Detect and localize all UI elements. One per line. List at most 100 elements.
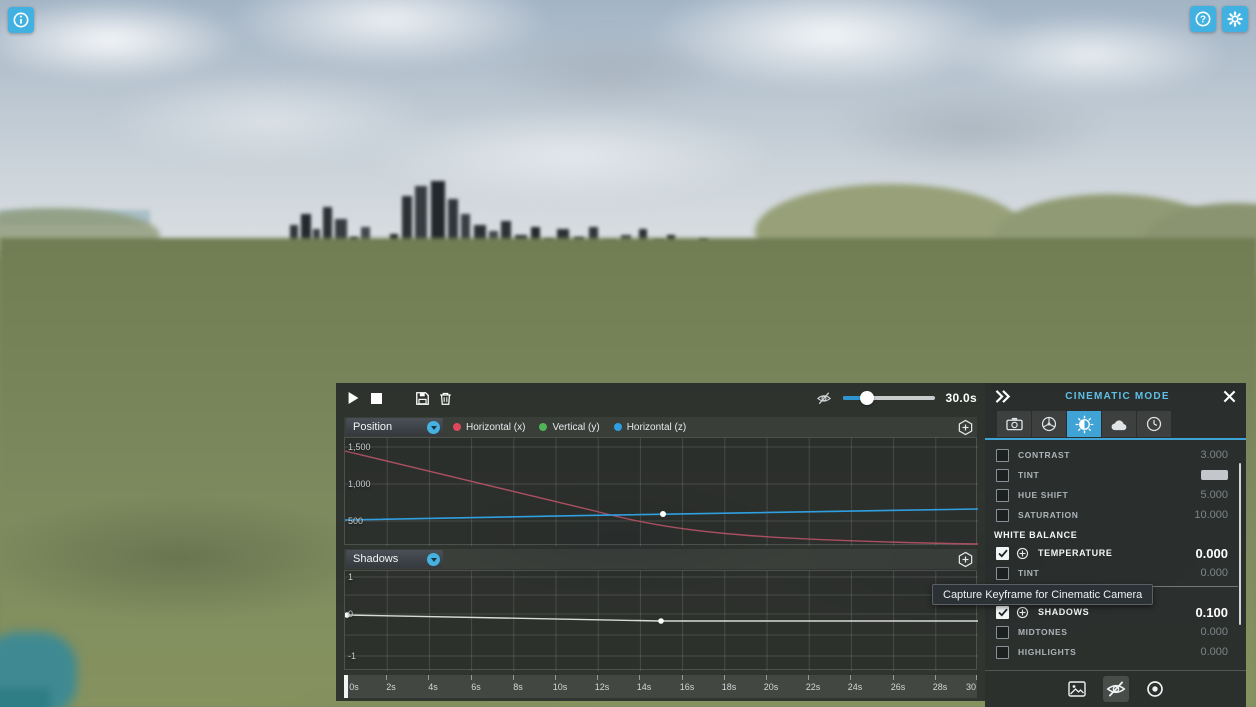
- setting-row-midtones: MIDTONES 0.000: [985, 622, 1246, 642]
- add-keyframe-button[interactable]: [956, 550, 974, 568]
- settings-button[interactable]: [1222, 6, 1248, 32]
- setting-value: 0.000: [1200, 626, 1228, 638]
- y-axis-tick: 0: [348, 609, 353, 619]
- position-track-dropdown[interactable]: Position: [346, 418, 443, 436]
- duration-slider[interactable]: [843, 396, 935, 400]
- record-icon: [1145, 679, 1165, 699]
- save-button[interactable]: [413, 389, 431, 407]
- tab-weather[interactable]: [1102, 411, 1136, 437]
- info-icon: [12, 11, 30, 29]
- screenshot-button[interactable]: [1064, 676, 1090, 702]
- hue-shift-checkbox[interactable]: [996, 489, 1009, 502]
- add-keyframe-button[interactable]: [956, 418, 974, 436]
- time-tick-label: 6s: [471, 682, 481, 692]
- check-icon: [998, 549, 1008, 558]
- time-tick-label: 28s: [933, 682, 948, 692]
- midtones-checkbox[interactable]: [996, 626, 1009, 639]
- setting-value: 0.000: [1200, 646, 1228, 658]
- time-tick-label: 20s: [764, 682, 779, 692]
- setting-row-hue-shift: HUE SHIFT 5.000: [985, 485, 1246, 505]
- hide-overlay-button[interactable]: [1103, 676, 1129, 702]
- hide-ui-button[interactable]: [815, 389, 833, 407]
- position-track-header: Position Horizontal (x) Vertical (y) Hor…: [344, 417, 977, 437]
- setting-label: SATURATION: [1018, 510, 1078, 520]
- panel-footer-buttons: [985, 670, 1246, 707]
- help-button[interactable]: ?: [1190, 6, 1216, 32]
- eye-off-icon: [816, 390, 832, 406]
- close-button[interactable]: [1220, 388, 1238, 406]
- stop-button[interactable]: [367, 389, 385, 407]
- legend-label: Horizontal (z): [627, 422, 686, 433]
- time-tick-label: 0s: [349, 682, 359, 692]
- double-chevron-right-icon: [993, 389, 1013, 404]
- duration-controls: 30.0s: [815, 389, 985, 407]
- tooltip-text: Capture Keyframe for Cinematic Camera: [943, 589, 1142, 601]
- aperture-icon: [1040, 415, 1058, 433]
- setting-value: 0.000: [1195, 546, 1228, 561]
- help-icon: ?: [1194, 10, 1212, 28]
- cinematic-timeline-panel: 30.0s Position Horizontal (x) Vertical (…: [336, 383, 985, 701]
- info-button[interactable]: [8, 7, 34, 33]
- setting-label: TINT: [1018, 470, 1039, 480]
- position-curve-plot[interactable]: 1,500 1,000 500: [344, 437, 977, 545]
- game-screen: ?: [0, 0, 1256, 707]
- y-axis-tick: 1,000: [348, 479, 371, 489]
- color-adjustment-rows: CONTRAST 3.000 TINT HUE SHIFT 5.000 SATU…: [985, 445, 1246, 662]
- time-tick-label: 18s: [722, 682, 737, 692]
- setting-label: TINT: [1018, 568, 1039, 578]
- time-tick-label: 4s: [428, 682, 438, 692]
- play-button[interactable]: [344, 389, 362, 407]
- time-tick-label: 24s: [848, 682, 863, 692]
- chevron-down-icon: [427, 421, 440, 434]
- tab-camera[interactable]: [997, 411, 1031, 437]
- time-tick-label: 30: [966, 682, 976, 692]
- panel-scrollbar[interactable]: [1239, 463, 1241, 625]
- shadows-track-dropdown[interactable]: Shadows: [346, 550, 443, 568]
- clock-icon: [1145, 415, 1163, 433]
- keyframe-record-icon[interactable]: [1015, 605, 1029, 619]
- stop-icon: [371, 393, 382, 404]
- legend-dot-y: [539, 423, 547, 431]
- tab-effects[interactable]: [1032, 411, 1066, 437]
- saturation-checkbox[interactable]: [996, 509, 1009, 522]
- tab-color-adjustments[interactable]: [1067, 411, 1101, 437]
- wb-tint-checkbox[interactable]: [996, 567, 1009, 580]
- delete-button[interactable]: [436, 389, 454, 407]
- y-axis-tick: -1: [348, 651, 356, 661]
- panel-title: CINEMATIC MODE: [1015, 391, 1220, 402]
- gear-icon: [1226, 10, 1244, 28]
- dropdown-value: Position: [346, 421, 427, 433]
- shadows-track-header: Shadows: [344, 549, 977, 569]
- chevron-down-icon: [427, 553, 440, 566]
- white-balance-header: WHITE BALANCE: [985, 527, 1246, 543]
- shadows-checkbox[interactable]: [996, 606, 1009, 619]
- setting-row-saturation: SATURATION 10.000: [985, 505, 1246, 525]
- save-icon: [415, 391, 430, 406]
- keyframe-record-icon[interactable]: [1015, 546, 1029, 560]
- setting-value: 5.000: [1200, 489, 1228, 501]
- tooltip: Capture Keyframe for Cinematic Camera: [932, 584, 1153, 605]
- shadows-curve-plot[interactable]: 1 0 -1: [344, 570, 977, 670]
- tint-color-swatch[interactable]: [1201, 470, 1228, 480]
- temperature-checkbox[interactable]: [996, 547, 1009, 560]
- tint-checkbox[interactable]: [996, 469, 1009, 482]
- setting-value: 0.100: [1195, 605, 1228, 620]
- hexagon-plus-icon: [957, 551, 974, 568]
- legend-label: Vertical (y): [552, 422, 599, 433]
- timeline-ruler[interactable]: 0s 2s 4s 6s 8s 10s 12s 14s 16s 18s 20s 2…: [344, 675, 977, 698]
- setting-label: HIGHLIGHTS: [1018, 647, 1076, 657]
- hexagon-plus-icon: [957, 419, 974, 436]
- dropdown-value: Shadows: [346, 553, 427, 565]
- transport-bar: 30.0s: [336, 383, 985, 413]
- shadows-curves: [345, 571, 978, 671]
- collapse-panel-button[interactable]: [991, 387, 1015, 407]
- y-axis-tick: 1: [348, 572, 353, 582]
- mode-tabs: [997, 411, 1171, 437]
- y-axis-tick: 1,500: [348, 442, 371, 452]
- tab-time[interactable]: [1137, 411, 1171, 437]
- setting-row-tint: TINT: [985, 465, 1246, 485]
- highlights-checkbox[interactable]: [996, 646, 1009, 659]
- contrast-checkbox[interactable]: [996, 449, 1009, 462]
- capture-keyframe-button[interactable]: [1142, 676, 1168, 702]
- duration-slider-handle[interactable]: [860, 391, 874, 405]
